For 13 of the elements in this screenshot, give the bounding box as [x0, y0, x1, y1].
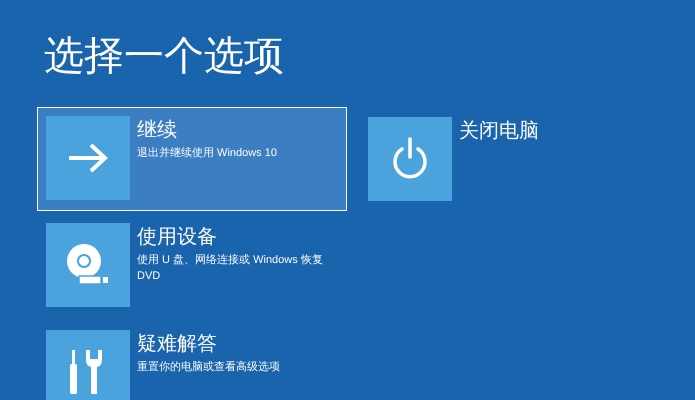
option-title: 继续	[137, 118, 178, 143]
page-title: 选择一个选项	[43, 33, 285, 80]
option-description: 退出并继续使用 Windows 10	[137, 146, 277, 161]
option-title: 关闭电脑	[459, 119, 539, 144]
option-item[interactable]: 继续 退出并继续使用 Windows 10	[37, 107, 347, 211]
option-description: 使用 U 盘、网络连接或 Windows 恢复 DVD	[137, 252, 324, 284]
arrow-right-icon	[67, 143, 109, 173]
option-description: 重置你的电脑或查看高级选项	[137, 360, 280, 375]
option-item[interactable]: 疑难解答 重置你的电脑或查看高级选项	[37, 321, 347, 400]
option-title: 疑难解答	[137, 332, 218, 357]
option-item[interactable]: 使用设备 使用 U 盘、网络连接或 Windows 恢复 DVD	[37, 214, 347, 318]
option-title: 使用设备	[137, 225, 218, 250]
option-item[interactable]: 关闭电脑	[359, 108, 669, 212]
